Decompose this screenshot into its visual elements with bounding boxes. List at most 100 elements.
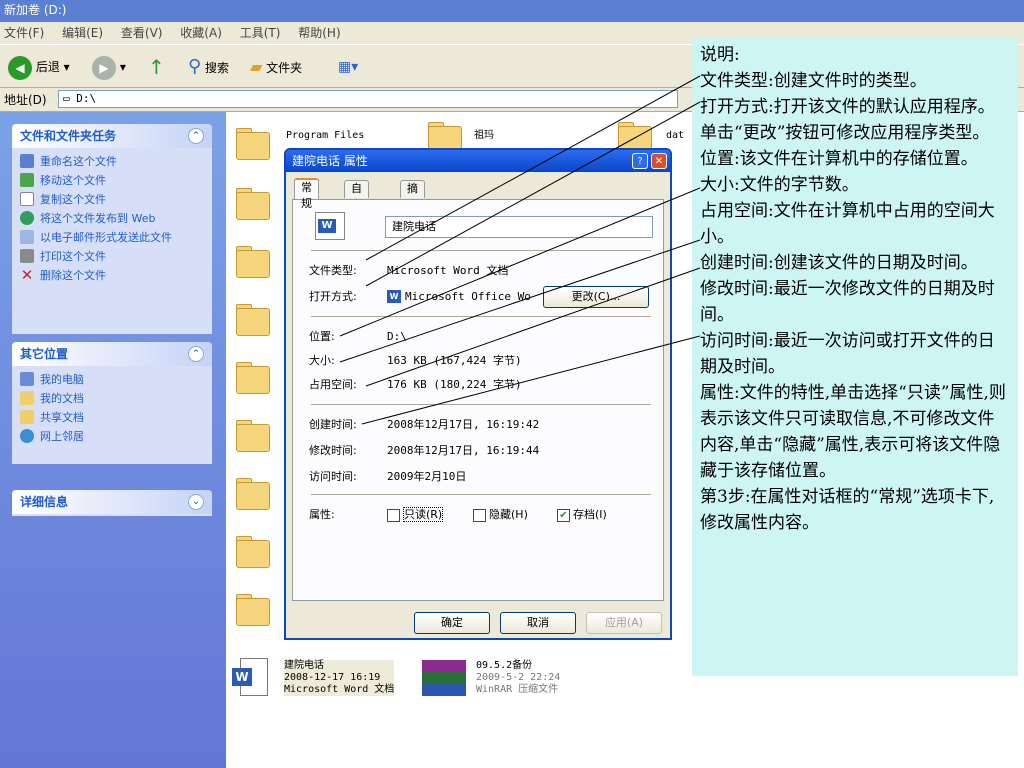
checkbox-unchecked-icon (387, 508, 400, 522)
other-places-title: 其它位置 (20, 347, 69, 361)
readonly-checkbox[interactable]: 只读(R) (387, 507, 444, 522)
forward-button[interactable]: ▶ ▾ (92, 53, 126, 81)
menu-view[interactable]: 查看(V) (121, 26, 163, 40)
place-label: 网上邻居 (40, 430, 84, 443)
hidden-checkbox[interactable]: 隐藏(H) (473, 508, 528, 522)
word-document-item[interactable]: 建院电话 2008-12-17 16:19 Microsoft Word 文档 (284, 660, 395, 696)
folder-icon[interactable] (234, 128, 270, 162)
dialog-title: 建院电话 属性 (292, 154, 368, 168)
folder-icon[interactable] (234, 362, 270, 396)
place-label: 我的电脑 (40, 373, 84, 386)
folder-name[interactable]: dat (666, 130, 684, 142)
shared-folder-icon (20, 410, 34, 424)
separator (311, 250, 651, 251)
menu-edit[interactable]: 编辑(E) (62, 26, 103, 40)
created-label: 创建时间: (309, 418, 357, 431)
file-type-label: 文件类型: (309, 264, 357, 277)
back-button[interactable]: ◀ 后退 ▾ (8, 53, 70, 81)
note-disk-size: 占用空间:文件在计算机中占用的空间大小。 (700, 201, 995, 247)
note-accessed: 访问时间:最近一次访问或打开文件的日期及时间。 (700, 331, 995, 377)
tab-general[interactable]: 常规 (294, 178, 319, 210)
note-modified: 修改时间:最近一次修改文件的日期及时间。 (700, 279, 995, 325)
forward-arrow-icon: ▶ (92, 55, 116, 80)
change-button[interactable]: 更改(C)... (543, 286, 649, 308)
separator (311, 494, 651, 495)
tab-custom[interactable]: 自定义 (344, 180, 369, 227)
search-icon: ⚲ (188, 56, 202, 77)
task-label: 删除这个文件 (40, 269, 106, 282)
properties-dialog: 建院电话 属性 ? ✕ 常规 自定义 摘要 W 建院电话 文件类型: Micro… (284, 148, 672, 640)
folder-icon[interactable] (234, 246, 270, 280)
note-open-with: 打开方式:打开该文件的默认应用程序。单击“更改”按钮可修改应用程序类型。 (700, 97, 995, 143)
place-my-computer[interactable]: 我的电脑 (20, 372, 204, 387)
place-network[interactable]: 网上邻居 (20, 429, 204, 444)
winrar-archive-icon[interactable] (422, 660, 466, 696)
menu-help[interactable]: 帮助(H) (298, 26, 340, 40)
doc-date: 2008-12-17 16:19 (284, 672, 381, 683)
task-label: 将这个文件发布到 Web (40, 212, 156, 225)
tab-summary[interactable]: 摘要 (400, 180, 425, 211)
folder-name[interactable]: Program Files (286, 130, 364, 142)
doc-type: Microsoft Word 文档 (284, 684, 395, 695)
folder-icon[interactable] (234, 478, 270, 512)
task-print[interactable]: 打印这个文件 (20, 249, 204, 264)
task-delete[interactable]: ✕ 删除这个文件 (20, 268, 204, 283)
task-email[interactable]: 以电子邮件形式发送此文件 (20, 230, 204, 245)
folder-icon[interactable] (234, 594, 270, 628)
task-rename[interactable]: 重命名这个文件 (20, 154, 204, 169)
note-created: 创建时间:创建该文件的日期及时间。 (700, 253, 978, 273)
menu-tools[interactable]: 工具(T) (240, 26, 281, 40)
doc-name: 建院电话 (284, 660, 324, 671)
expand-icon[interactable]: ⌄ (188, 494, 204, 510)
ok-button[interactable]: 确定 (414, 612, 490, 634)
other-places-header[interactable]: 其它位置 ⌃ (12, 342, 212, 366)
rar-file-item[interactable]: 09.5.2备份 2009-5-2 22:24 WinRAR 压缩文件 (476, 660, 560, 696)
cancel-button[interactable]: 取消 (500, 612, 576, 634)
task-label: 打印这个文件 (40, 250, 106, 263)
note-heading: 说明: (700, 45, 740, 65)
folder-icon[interactable] (234, 536, 270, 570)
note-location: 位置:该文件在计算机中的存储位置。 (700, 149, 978, 169)
task-publish[interactable]: 将这个文件发布到 Web (20, 211, 204, 226)
other-places-panel: 其它位置 ⌃ 我的电脑 我的文档 共享文档 网上邻居 (12, 342, 212, 464)
folder-icon[interactable] (234, 420, 270, 454)
folder-icon[interactable] (234, 188, 270, 222)
task-copy[interactable]: 复制这个文件 (20, 192, 204, 207)
size-value: 163 KB (167,424 字节) (387, 354, 522, 367)
task-pane: 文件和文件夹任务 ⌃ 重命名这个文件 移动这个文件 复制这个文件 将这个文件发布到… (0, 112, 226, 768)
task-label: 复制这个文件 (40, 193, 106, 206)
place-my-documents[interactable]: 我的文档 (20, 391, 204, 406)
file-tasks-header[interactable]: 文件和文件夹任务 ⌃ (12, 124, 212, 148)
menu-file[interactable]: 文件(F) (4, 26, 44, 40)
word-document-icon[interactable]: W (232, 658, 276, 698)
task-move[interactable]: 移动这个文件 (20, 173, 204, 188)
copy-icon (20, 192, 34, 206)
rar-type: WinRAR 压缩文件 (476, 684, 559, 695)
folder-name[interactable]: 祖玛 (474, 130, 494, 142)
help-icon[interactable]: ? (632, 153, 648, 169)
note-file-type: 文件类型:创建文件时的类型。 (700, 71, 927, 91)
collapse-icon[interactable]: ⌃ (188, 128, 204, 144)
filename-input[interactable]: 建院电话 (385, 216, 653, 238)
views-icon[interactable]: ▦▾ (338, 53, 358, 81)
folders-button[interactable]: ▰ 文件夹 (250, 53, 302, 81)
note-attributes: 属性:文件的特性,单击选择“只读”属性,则表示该文件只可读取信息,不可修改文件内… (700, 383, 1006, 481)
archive-checkbox[interactable]: ✔ 存档(I) (557, 508, 607, 522)
folder-icon[interactable] (234, 304, 270, 338)
place-shared-documents[interactable]: 共享文档 (20, 410, 204, 425)
task-label: 移动这个文件 (40, 174, 106, 187)
documents-icon (20, 391, 34, 405)
close-icon[interactable]: ✕ (651, 153, 667, 169)
up-folder-icon[interactable]: ↑ (148, 53, 165, 81)
move-icon (20, 173, 34, 187)
collapse-icon[interactable]: ⌃ (188, 346, 204, 362)
address-field[interactable]: ▭ D:\ (58, 90, 678, 108)
disk-size-label: 占用空间: (309, 378, 357, 391)
details-header[interactable]: 详细信息 ⌄ (12, 490, 212, 514)
apply-button[interactable]: 应用(A) (586, 612, 662, 634)
menu-favorites[interactable]: 收藏(A) (180, 26, 222, 40)
file-tasks-panel: 文件和文件夹任务 ⌃ 重命名这个文件 移动这个文件 复制这个文件 将这个文件发布到… (12, 124, 212, 334)
search-button[interactable]: ⚲ 搜索 (188, 53, 229, 81)
checkbox-checked-icon: ✔ (557, 508, 570, 522)
checkbox-unchecked-icon (473, 508, 486, 522)
